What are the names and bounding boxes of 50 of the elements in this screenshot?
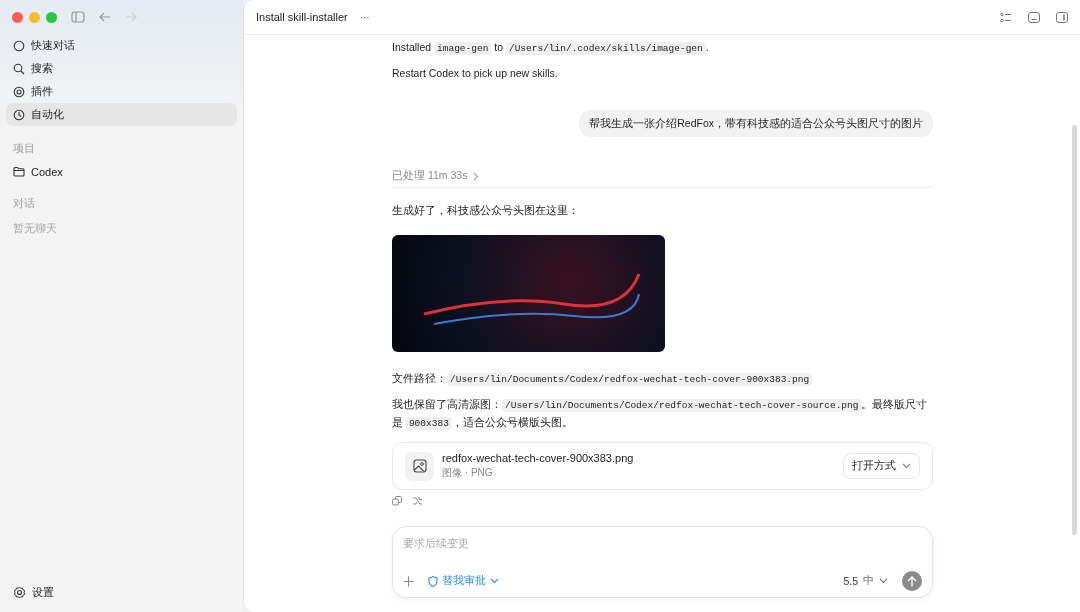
user-message-bubble: 帮我生成一张介绍RedFox，带有科技感的适合公众号头图尺寸的图片 <box>579 110 933 137</box>
more-button[interactable]: ··· <box>359 11 370 23</box>
sidebar-item[interactable]: 快速对话 <box>6 34 237 57</box>
branch-icon[interactable] <box>412 496 423 506</box>
send-button[interactable] <box>902 571 922 591</box>
maximize-window-button[interactable] <box>46 11 57 23</box>
settings-icon <box>13 586 26 599</box>
copy-icon[interactable] <box>392 496 402 506</box>
section-heading: 对话 <box>13 196 36 211</box>
terminal-panel-icon[interactable] <box>1028 11 1040 23</box>
at-icon <box>13 85 25 98</box>
image-file-icon <box>405 451 434 481</box>
empty-chats-text: 暂无聊天 <box>13 221 58 236</box>
scrollbar[interactable] <box>1072 125 1077 535</box>
search-icon <box>13 62 25 75</box>
settings-item[interactable]: 设置 <box>6 581 237 604</box>
assistant-message-text: Restart Codex to pick up new skills. <box>392 66 559 81</box>
file-type-text: 图像 · PNG <box>442 466 494 480</box>
shield-icon <box>428 575 438 587</box>
folder-icon <box>13 166 25 177</box>
sidebar-item[interactable]: 搜索 <box>6 57 237 80</box>
close-window-button[interactable] <box>12 11 23 23</box>
model-selector[interactable]: 5.5 中 <box>843 574 888 588</box>
chevron-icon <box>473 171 480 181</box>
chevron-down-icon <box>490 578 499 584</box>
plus-icon[interactable] <box>403 575 414 587</box>
thread-title: Install skill-installer <box>256 11 348 23</box>
assistant-message-text: Installed image-gen to /Users/lin/.codex/skills/image-gen . <box>392 40 710 57</box>
processed-toggle[interactable]: 已处理 11m 33s <box>392 169 480 183</box>
assistant-message-text: 生成好了，科技感公众号头图在这里： <box>392 203 580 218</box>
chevron-down-icon <box>879 578 888 584</box>
generated-image-placeholder[interactable] <box>392 235 665 352</box>
chat-icon <box>13 39 25 52</box>
open-with-button[interactable]: 打开方式 <box>843 453 920 479</box>
list-icon[interactable] <box>1000 11 1012 23</box>
approval-mode-button[interactable]: 替我审批 <box>428 574 499 588</box>
back-icon[interactable] <box>99 12 111 22</box>
message-input-field[interactable]: 要求后续变更 <box>403 535 922 551</box>
assistant-message-text: 文件路径： /Users/lin/Documents/Codex/redfox-wechat-tech-cover-900x383.png <box>392 370 933 388</box>
side-panel-icon[interactable] <box>1056 11 1068 23</box>
section-heading: 项目 <box>13 141 36 156</box>
arrow-up-icon <box>907 575 917 587</box>
clock-icon <box>13 108 25 121</box>
assistant-message-text: 我也保留了高清源图： /Users/lin/Documents/Codex/redfox-wechat-tech-cover-source.png 。最终版尺寸是 900x383 ，适合公众号横版头图。 <box>392 397 929 432</box>
file-name: redfox-wechat-tech-cover-900x383.png <box>442 452 634 464</box>
sidebar-item[interactable]: 插件 <box>6 80 237 103</box>
sidebar-item[interactable]: 自动化 <box>6 103 237 126</box>
project-item[interactable]: Codex <box>6 160 237 183</box>
sidebar-toggle-icon[interactable] <box>71 11 85 23</box>
chevron-down-icon <box>902 463 911 469</box>
